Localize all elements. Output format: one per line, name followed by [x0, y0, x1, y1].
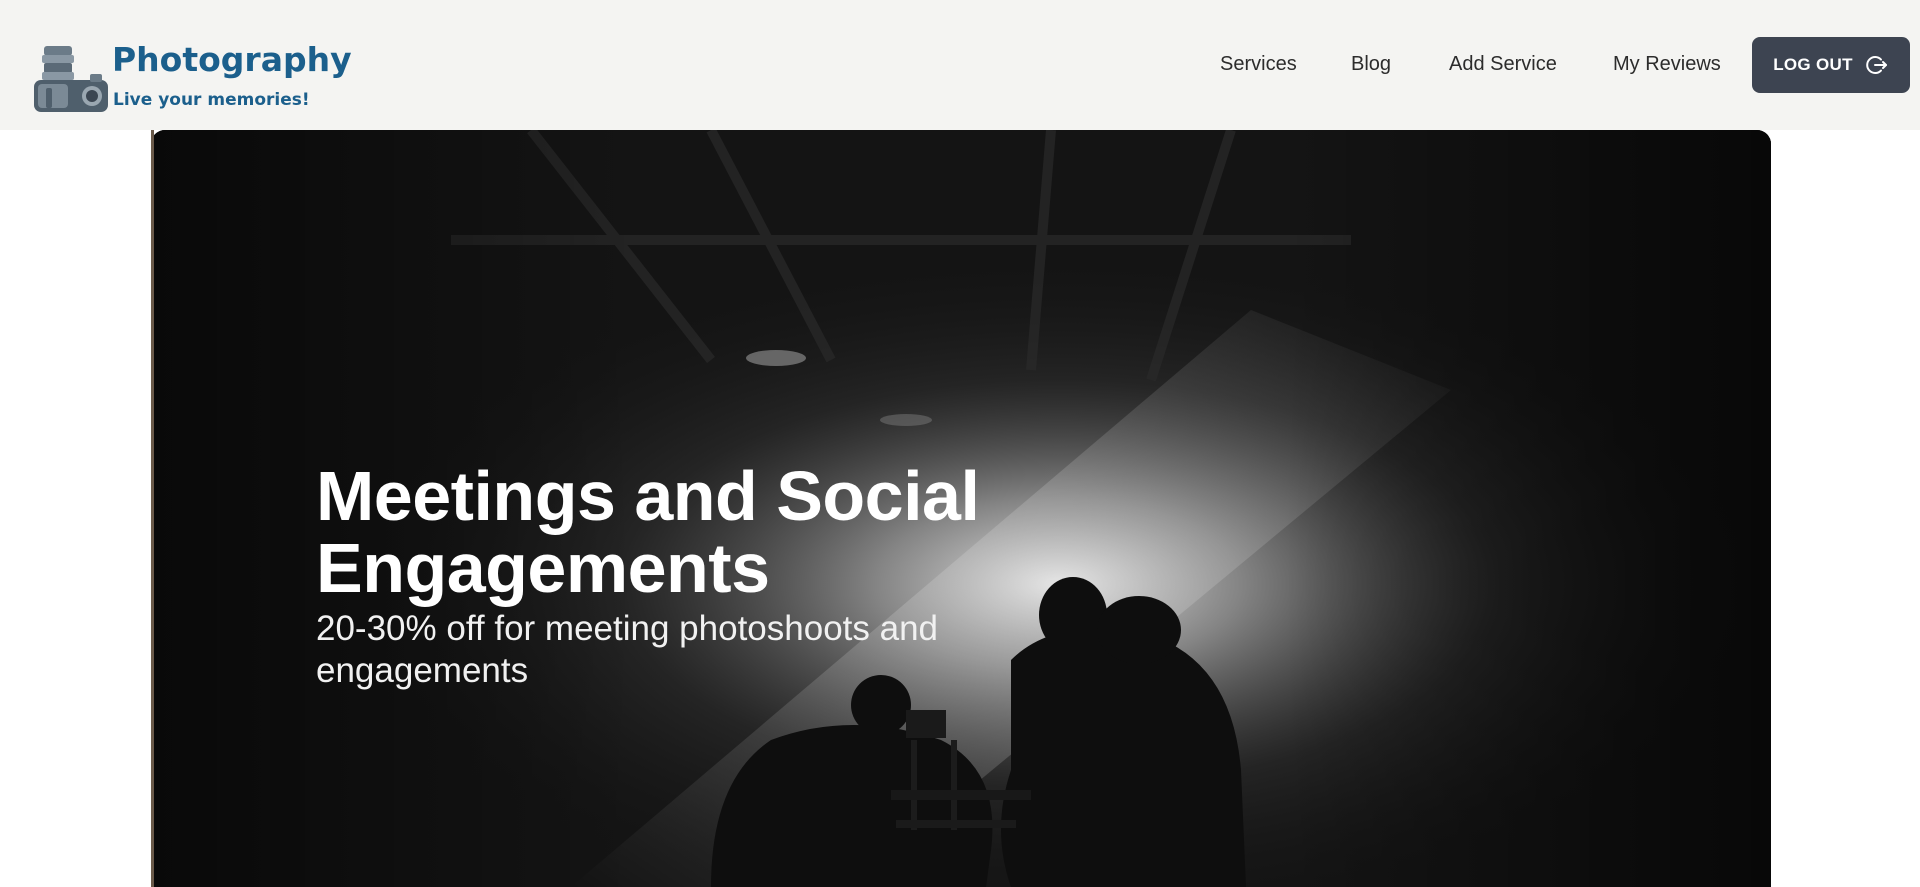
- camera-icon: [34, 46, 108, 112]
- brand-logo-link[interactable]: Photography Live your memories!: [32, 40, 352, 120]
- logout-icon: [1866, 56, 1887, 74]
- hero-subtitle: 20-30% off for meeting photoshoots and e…: [316, 609, 939, 690]
- nav-link-services[interactable]: Services: [1220, 53, 1297, 76]
- brand-title: Photography: [112, 40, 352, 79]
- site-header: Photography Live your memories! Services…: [0, 0, 1920, 130]
- logout-label: LOG OUT: [1773, 55, 1853, 74]
- nav-link-blog[interactable]: Blog: [1351, 53, 1391, 76]
- logout-button[interactable]: LOG OUT: [1752, 37, 1910, 93]
- hero-title: Meetings and Social Engagements: [316, 457, 980, 607]
- hero-banner: Meetings and Social Engagements 20-30% o…: [151, 130, 1771, 887]
- brand-tagline: Live your memories!: [113, 90, 310, 110]
- nav-link-add-service[interactable]: Add Service: [1449, 53, 1557, 76]
- nav-link-my-reviews[interactable]: My Reviews: [1613, 53, 1721, 76]
- hero-border-accent: [151, 130, 154, 887]
